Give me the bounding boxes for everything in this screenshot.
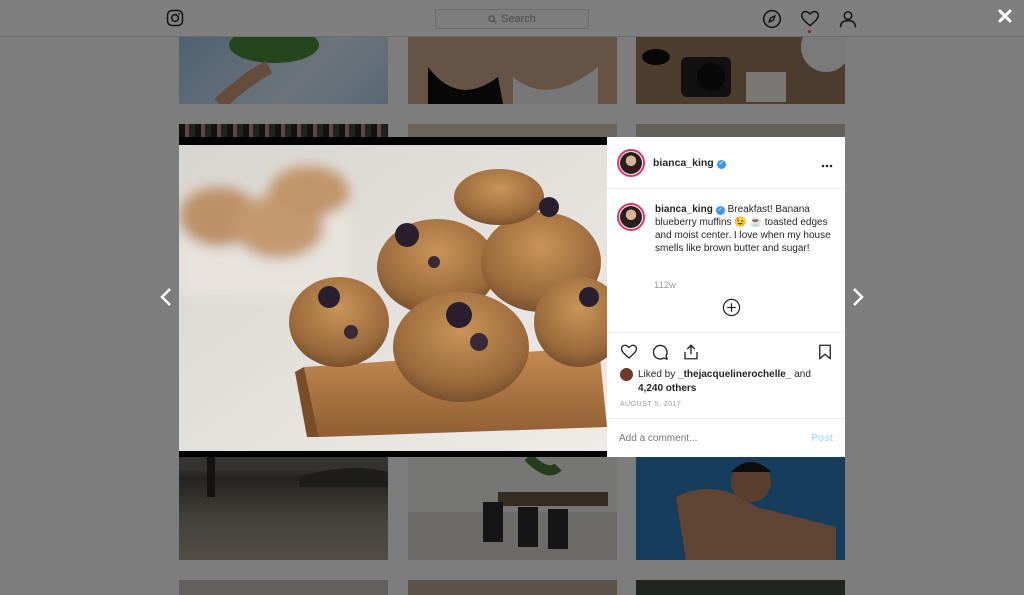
verified-icon: ✓: [716, 159, 726, 169]
liked-by-prefix: Liked by: [638, 369, 676, 380]
caption-username[interactable]: bianca_king: [655, 204, 713, 215]
liked-count[interactable]: 4,240 others: [638, 383, 696, 394]
post-age[interactable]: 112w: [654, 280, 676, 291]
caption-text: bianca_king ✓ Breakfast! Banana blueberry…: [655, 203, 835, 255]
muffins-image: [179, 137, 607, 457]
bookmark-icon[interactable]: [816, 343, 834, 361]
post-details-panel: bianca_king ✓ bianca_king ✓ Breakfast! Ban…: [607, 137, 845, 457]
avatar[interactable]: [620, 368, 633, 381]
avatar-image: [620, 151, 642, 174]
post-username[interactable]: bianca_king ✓: [653, 157, 726, 169]
comment-bar: Post: [607, 418, 845, 457]
plus-circle-icon[interactable]: [722, 298, 741, 317]
post-actions: [607, 332, 845, 362]
post-modal: bianca_king ✓ bianca_king ✓ Breakfast! Ban…: [179, 137, 845, 457]
post-date: AUGUST 5, 2017: [620, 401, 682, 408]
chevron-left-icon[interactable]: [158, 287, 174, 307]
liked-by-text: Liked by _thejacquelinerochelle_ and 4,2…: [620, 368, 830, 396]
close-button[interactable]: [995, 6, 1015, 26]
post-header: bianca_king ✓: [607, 137, 845, 189]
avatar[interactable]: [617, 148, 645, 177]
share-icon[interactable]: [682, 343, 700, 361]
comment-icon[interactable]: [651, 343, 669, 361]
post-button[interactable]: Post: [811, 433, 833, 444]
avatar[interactable]: [617, 203, 645, 231]
more-options-icon: [821, 164, 833, 168]
chevron-right-icon[interactable]: [850, 287, 866, 307]
liked-by-user[interactable]: _thejacquelinerochelle_: [678, 369, 791, 380]
verified-icon: ✓: [715, 206, 725, 215]
more-options-button[interactable]: [821, 155, 833, 171]
liked-by: Liked by _thejacquelinerochelle_ and 4,2…: [620, 368, 830, 396]
post-caption: bianca_king ✓ Breakfast! Banana blueberry…: [617, 203, 837, 255]
close-icon: [998, 9, 1012, 23]
comment-input[interactable]: [619, 432, 812, 444]
username-text: bianca_king: [653, 156, 714, 169]
avatar-image: [620, 206, 642, 228]
heart-icon[interactable]: [620, 343, 638, 361]
liked-by-and: and: [794, 369, 811, 380]
post-photo[interactable]: [179, 137, 607, 457]
